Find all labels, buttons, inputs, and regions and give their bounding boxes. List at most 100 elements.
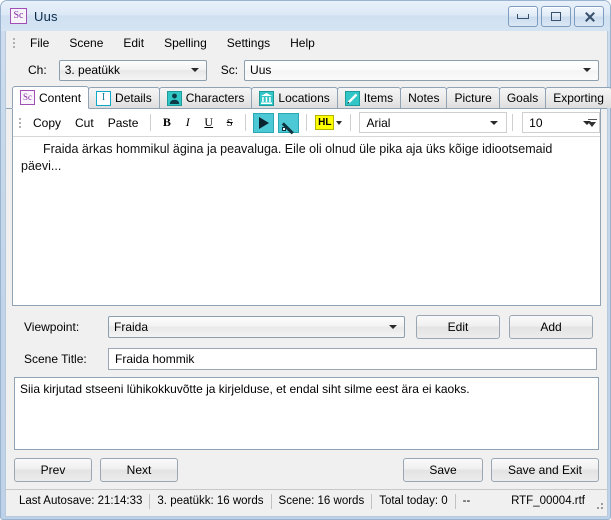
menu-item-file[interactable]: File bbox=[20, 33, 59, 53]
chevron-down-icon bbox=[190, 68, 199, 72]
toolbar-separator bbox=[245, 114, 247, 131]
scene-select-value: Uus bbox=[250, 63, 272, 77]
window-controls bbox=[508, 6, 604, 27]
tab-goals-label: Goals bbox=[506, 91, 539, 105]
toolbar-separator bbox=[512, 114, 514, 131]
next-button[interactable]: Next bbox=[100, 458, 178, 482]
menu-drag-handle[interactable] bbox=[10, 35, 18, 51]
status-scene-words: Scene: 16 words bbox=[272, 493, 373, 509]
font-size-value: 10 bbox=[529, 115, 543, 130]
chevron-down-icon bbox=[583, 68, 591, 72]
menu-bar: File Scene Edit Spelling Settings Help bbox=[6, 31, 607, 55]
chevron-down-icon bbox=[389, 325, 397, 329]
paste-button[interactable]: Paste bbox=[101, 113, 146, 133]
tab-content[interactable]: Sc Content bbox=[12, 86, 90, 109]
minimize-icon bbox=[517, 14, 529, 19]
tab-characters-label: Characters bbox=[185, 91, 245, 105]
maximize-icon bbox=[551, 12, 561, 21]
chapter-select-value: 3. peatükk bbox=[64, 63, 121, 77]
scene-select[interactable]: Uus bbox=[244, 59, 599, 81]
tab-items[interactable]: Items bbox=[336, 87, 402, 108]
sc-icon: Sc bbox=[20, 90, 35, 105]
font-family-value: Arial bbox=[366, 115, 391, 130]
content-tab-panel: Copy Cut Paste B I U S HL Arial 10 Fraid… bbox=[12, 109, 601, 306]
pen-icon bbox=[281, 116, 296, 131]
title-bar: Sc Uus bbox=[1, 1, 610, 31]
tab-exporting-label: Exporting bbox=[553, 91, 604, 105]
application-window: Sc Uus File Scene Edit Spelling Settings… bbox=[0, 0, 611, 520]
scene-text-editor[interactable]: Fraida ärkas hommikul ägina ja peavaluga… bbox=[13, 137, 600, 305]
font-family-select[interactable]: Arial bbox=[359, 112, 508, 133]
resize-grip[interactable] bbox=[593, 499, 603, 509]
tab-details[interactable]: I Details bbox=[88, 87, 160, 108]
scene-title-row: Scene Title: Fraida hommik bbox=[14, 348, 599, 370]
info-icon: I bbox=[96, 90, 112, 106]
pen-tool-button[interactable] bbox=[278, 112, 300, 133]
tab-characters[interactable]: Characters bbox=[158, 87, 253, 108]
tab-picture-label: Picture bbox=[454, 91, 492, 105]
scene-label: Sc: bbox=[220, 63, 239, 77]
app-icon: Sc bbox=[10, 8, 27, 24]
tab-locations[interactable]: Locations bbox=[251, 87, 338, 108]
copy-button[interactable]: Copy bbox=[26, 113, 68, 133]
minimize-button[interactable] bbox=[508, 6, 538, 27]
bold-button[interactable]: B bbox=[156, 113, 177, 133]
menu-item-spelling[interactable]: Spelling bbox=[154, 33, 217, 53]
play-button[interactable] bbox=[253, 112, 275, 133]
menu-item-scene[interactable]: Scene bbox=[59, 33, 113, 53]
menu-item-settings[interactable]: Settings bbox=[217, 33, 280, 53]
bank-icon bbox=[259, 90, 275, 106]
scene-summary-textarea[interactable]: Siia kirjutad stseeni lühikokkuvõtte ja … bbox=[14, 377, 599, 450]
prev-button[interactable]: Prev bbox=[14, 458, 92, 482]
tab-strip: Sc Content I Details Characters Location… bbox=[6, 85, 611, 109]
highlight-button[interactable]: HL bbox=[315, 115, 343, 130]
close-icon bbox=[584, 12, 595, 22]
toolbar-separator bbox=[350, 114, 352, 131]
navigation-button-bar: Prev Next Save Save and Exit bbox=[6, 450, 607, 489]
tab-locations-label: Locations bbox=[278, 91, 330, 105]
play-icon bbox=[258, 116, 269, 129]
tab-exporting[interactable]: Exporting bbox=[545, 87, 611, 108]
toolbar-overflow-icon[interactable] bbox=[586, 113, 598, 132]
menu-item-edit[interactable]: Edit bbox=[113, 33, 154, 53]
scene-title-label: Scene Title: bbox=[24, 352, 87, 366]
pen-icon bbox=[344, 90, 360, 106]
viewpoint-value: Fraida bbox=[114, 320, 149, 334]
person-icon bbox=[166, 90, 182, 106]
status-bar: Last Autosave: 21:14:33 3. peatükk: 16 w… bbox=[6, 489, 607, 512]
editor-toolbar: Copy Cut Paste B I U S HL Arial 10 bbox=[13, 109, 600, 137]
tab-details-label: Details bbox=[115, 91, 152, 105]
viewpoint-select[interactable]: Fraida bbox=[108, 316, 405, 338]
cut-button[interactable]: Cut bbox=[68, 113, 101, 133]
highlight-label: HL bbox=[315, 115, 335, 130]
tab-picture[interactable]: Picture bbox=[446, 87, 500, 108]
underline-button[interactable]: U bbox=[198, 113, 219, 133]
tab-goals[interactable]: Goals bbox=[498, 87, 547, 108]
chevron-down-icon bbox=[336, 120, 343, 125]
chapter-select[interactable]: 3. peatükk bbox=[58, 59, 207, 81]
viewpoint-row: Viewpoint: Fraida Edit Add bbox=[14, 315, 599, 339]
menu-item-help[interactable]: Help bbox=[280, 33, 325, 53]
status-autosave: Last Autosave: 21:14:33 bbox=[12, 493, 151, 509]
strikethrough-button[interactable]: S bbox=[219, 113, 240, 133]
viewpoint-label: Viewpoint: bbox=[24, 320, 80, 334]
save-button[interactable]: Save bbox=[403, 458, 483, 482]
add-viewpoint-button[interactable]: Add bbox=[509, 315, 593, 339]
maximize-button[interactable] bbox=[541, 6, 571, 27]
status-chapter-words: 3. peatükk: 16 words bbox=[150, 493, 272, 509]
status-extra: -- bbox=[462, 495, 471, 507]
window-title: Uus bbox=[34, 8, 58, 24]
save-and-exit-button[interactable]: Save and Exit bbox=[491, 458, 599, 482]
toolbar-separator bbox=[306, 114, 308, 131]
chapter-label: Ch: bbox=[28, 63, 47, 77]
chevron-down-icon bbox=[490, 120, 499, 125]
scene-title-input[interactable]: Fraida hommik bbox=[108, 348, 597, 370]
toolbar-drag-handle[interactable] bbox=[16, 115, 24, 131]
tab-notes[interactable]: Notes bbox=[400, 87, 448, 108]
close-button[interactable] bbox=[574, 6, 604, 27]
toolbar-separator bbox=[150, 114, 152, 131]
status-filename: RTF_00004.rtf bbox=[511, 495, 585, 507]
client-area: File Scene Edit Spelling Settings Help C… bbox=[5, 31, 611, 517]
italic-button[interactable]: I bbox=[177, 113, 198, 133]
edit-viewpoint-button[interactable]: Edit bbox=[416, 315, 500, 339]
